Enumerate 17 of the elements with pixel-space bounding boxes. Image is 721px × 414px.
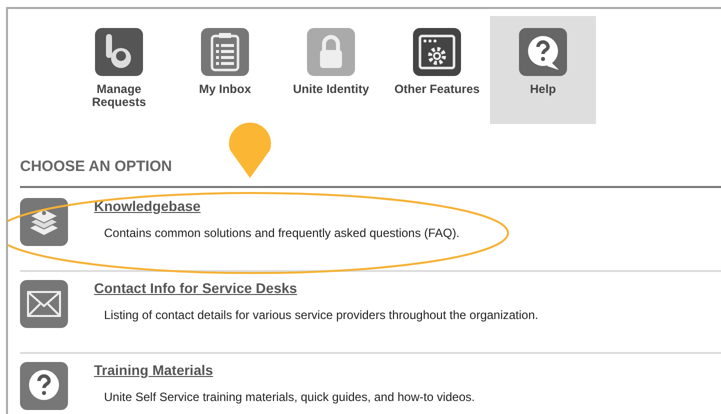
nav-label: Unite Identity xyxy=(292,83,369,96)
option-description: Unite Self Service training materials, quick guides, and how-to videos. xyxy=(104,390,475,404)
nav-tab[interactable]: Other Features xyxy=(384,16,490,124)
nav-label: Other Features xyxy=(394,83,480,96)
nav-tab[interactable]: Unite Identity xyxy=(278,16,384,124)
option-link[interactable]: Knowledgebase xyxy=(94,198,201,214)
option-link[interactable]: Contact Info for Service Desks xyxy=(94,280,298,296)
nav-tab[interactable]: My Inbox xyxy=(172,16,278,124)
nav-label: My Inbox xyxy=(198,83,251,96)
nav-label: Help xyxy=(530,83,556,96)
option-description: Listing of contact details for various service providers throughout the organization. xyxy=(104,308,538,322)
nav-tab[interactable]: Manage Requests xyxy=(66,16,172,124)
nav-label: Manage Requests xyxy=(92,83,146,109)
option-link[interactable]: Training Materials xyxy=(94,362,214,378)
section-heading: CHOOSE AN OPTION xyxy=(20,158,172,175)
nav-tab[interactable]: Help xyxy=(490,16,596,124)
option-description: Contains common solutions and frequently asked questions (FAQ). xyxy=(104,226,460,240)
